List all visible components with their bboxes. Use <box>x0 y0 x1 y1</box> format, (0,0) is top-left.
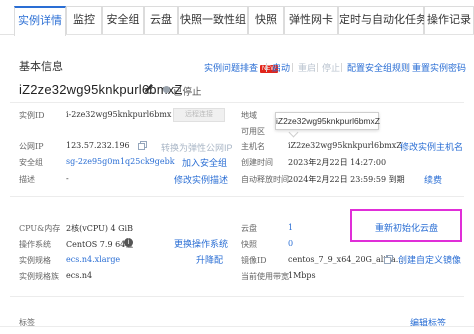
restart-button[interactable]: 重启 <box>298 61 316 74</box>
value-cloud-disk[interactable]: 1 <box>288 223 293 232</box>
tab-snapshot[interactable]: 快照 <box>248 6 284 34</box>
add-security-group-link[interactable]: 加入安全组 <box>182 156 227 169</box>
copy-icon[interactable] <box>384 255 393 264</box>
config-sg-rules-link[interactable]: 配置安全组规则 <box>347 61 410 74</box>
instance-name: iZ2ze32wg95knkpurl6bmxZ <box>19 82 183 97</box>
value-instance-type[interactable]: ecs.n4.xlarge <box>66 255 120 264</box>
divider <box>266 63 267 72</box>
label-cloud-disk: 云盘 <box>241 224 257 233</box>
tab-security-group[interactable]: 安全组 <box>102 6 144 34</box>
tab-monitoring[interactable]: 监控 <box>66 6 102 34</box>
info-icon[interactable]: i <box>124 238 133 247</box>
tab-cloud-disk[interactable]: 云盘 <box>144 6 178 34</box>
instance-details-page: 实例详情 监控 安全组 云盘 快照一致性组 快照 弹性网卡 定时与自动化任务 操… <box>0 0 474 334</box>
divider <box>341 63 342 72</box>
label-image-id: 镜像ID <box>241 256 267 265</box>
divider <box>406 63 407 72</box>
change-os-link[interactable]: 更换操作系统 <box>174 237 228 250</box>
divider <box>317 63 318 72</box>
label-snapshot: 快照 <box>241 240 257 249</box>
value-description: - <box>66 174 69 183</box>
value-instance-id: i-2ze32wg95knkpurl6bmx <box>66 110 172 119</box>
tab-eni[interactable]: 弹性网卡 <box>284 6 338 34</box>
edit-tags-link[interactable]: 编辑标签 <box>410 316 446 329</box>
status-stopped-icon <box>163 86 170 93</box>
value-hostname: iZ2ze32wg95knkpurl6bmxZ <box>288 141 402 150</box>
label-bandwidth: 当前使用带宽 <box>241 272 289 281</box>
upgrade-downgrade-link[interactable]: 升降配 <box>196 253 223 266</box>
bottom-rule <box>0 326 474 327</box>
label-instance-family: 实例规格族 <box>19 272 59 281</box>
tab-bar: 实例详情 监控 安全组 云盘 快照一致性组 快照 弹性网卡 定时与自动化任务 操… <box>0 0 474 36</box>
instance-status: 已停止 <box>173 87 202 98</box>
divider <box>10 102 464 103</box>
edit-pencil-icon[interactable] <box>143 82 155 94</box>
renew-link[interactable]: 续费 <box>424 173 442 186</box>
divider <box>10 196 464 197</box>
basic-info-title: 基本信息 <box>19 61 63 73</box>
divider <box>292 63 293 72</box>
hostname-tooltip: iZ2ze32wg95knkpurl6bmxZ <box>275 112 380 130</box>
label-auto-release: 自动释放时间 <box>241 175 289 184</box>
label-hostname: 主机名 <box>241 142 265 151</box>
edit-description-link[interactable]: 修改实例描述 <box>174 173 228 186</box>
remote-connect-button[interactable]: 远程连接 <box>173 108 225 122</box>
value-security-group[interactable]: sg-2ze95g0m1q25ck9gebk <box>66 157 175 166</box>
value-instance-family: ecs.n4 <box>66 271 93 280</box>
convert-eip-link[interactable]: 转换为弹性公网IP <box>161 141 233 154</box>
value-auto-release: 2024年2月22日 23:59:59 到期 <box>288 175 405 184</box>
value-created-time: 2023年2月22日 14:27:00 <box>288 158 387 167</box>
stop-button[interactable]: 停止 <box>322 61 340 74</box>
copy-icon[interactable] <box>138 141 147 150</box>
label-os: 操作系统 <box>19 240 51 249</box>
tab-instance-details[interactable]: 实例详情 <box>14 6 66 36</box>
label-region: 地域 <box>241 111 257 120</box>
label-instance-type: 实例规格 <box>19 256 51 265</box>
label-security-group: 安全组 <box>19 158 43 167</box>
value-snapshot[interactable]: 0 <box>288 239 293 248</box>
tab-scheduled-tasks[interactable]: 定时与自动化任务 <box>338 6 427 34</box>
label-zone: 可用区 <box>241 127 265 136</box>
label-description: 描述 <box>19 175 35 184</box>
start-button[interactable]: 启动 <box>272 61 290 74</box>
value-bandwidth: 1Mbps <box>288 271 316 280</box>
diagnose-label: 实例问题排查 <box>204 63 259 73</box>
divider <box>10 296 464 297</box>
reset-password-link[interactable]: 重置实例密码 <box>412 61 466 74</box>
edit-hostname-link[interactable]: 修改实例主机名 <box>400 140 463 153</box>
value-public-ip: 123.57.232.196 <box>66 141 130 150</box>
tab-operation-logs[interactable]: 操作记录 <box>424 6 474 34</box>
label-created-time: 创建时间 <box>241 158 273 167</box>
value-cpu-memory: 2核(vCPU) 4 GiB <box>66 224 133 233</box>
reinit-disk-link[interactable]: 重新初始化云盘 <box>375 221 438 234</box>
label-cpu-memory: CPU&内存 <box>19 224 61 233</box>
tab-snapshot-consistency-group[interactable]: 快照一致性组 <box>178 6 248 34</box>
label-instance-id: 实例ID <box>19 111 45 120</box>
label-public-ip: 公网IP <box>19 142 44 151</box>
create-custom-image-link[interactable]: 创建自定义镜像 <box>398 253 461 266</box>
